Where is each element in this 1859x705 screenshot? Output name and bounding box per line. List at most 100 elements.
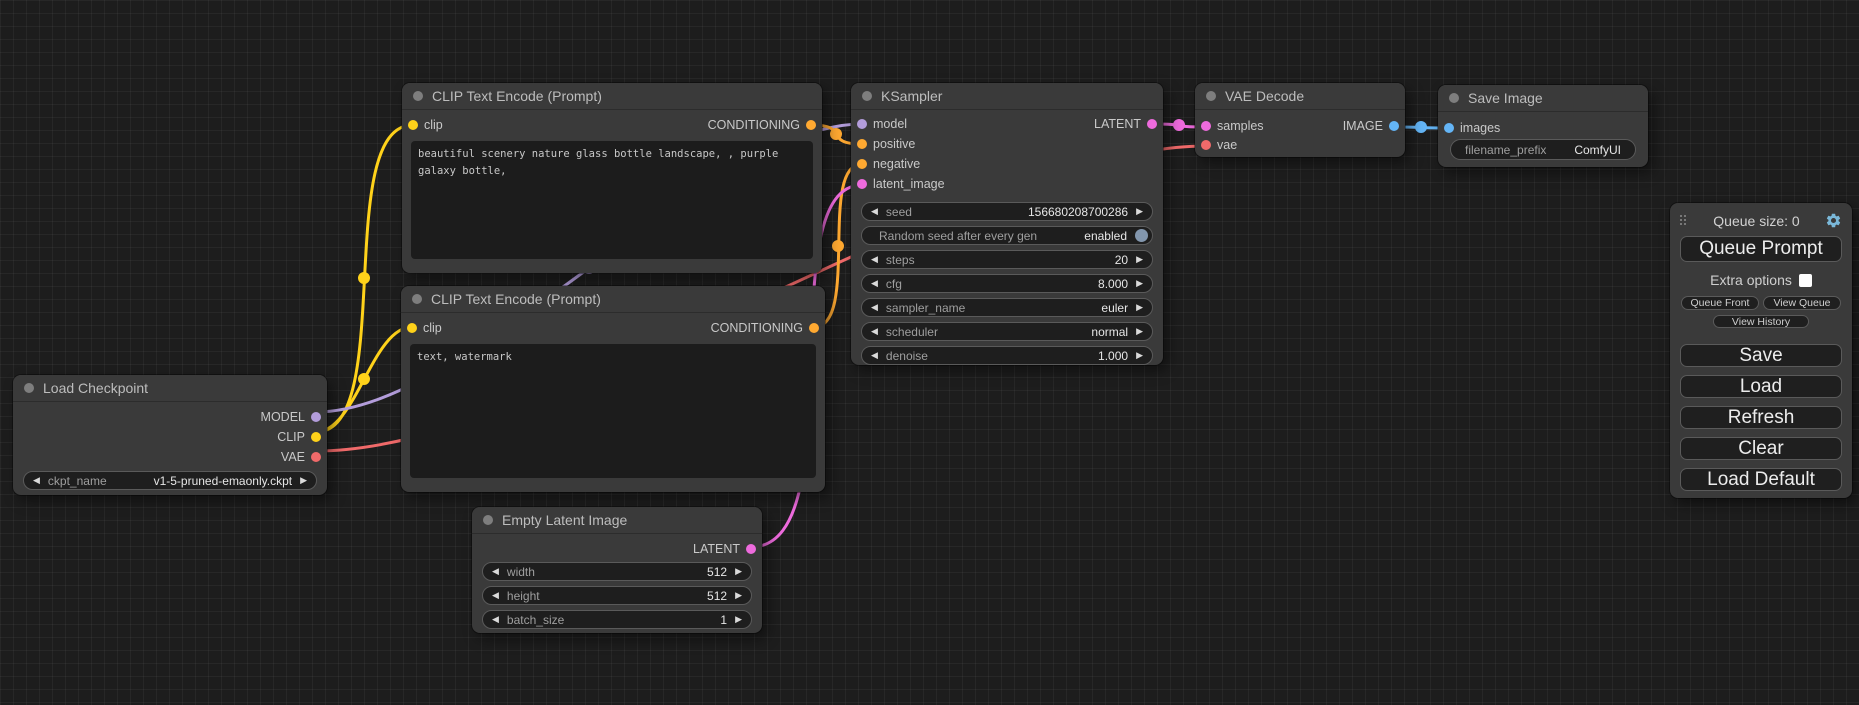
extra-options-checkbox[interactable]: [1799, 274, 1812, 287]
collapse-dot-icon[interactable]: [412, 294, 422, 304]
increment-arrow-icon[interactable]: [735, 615, 742, 624]
collapse-dot-icon[interactable]: [862, 91, 872, 101]
decrement-arrow-icon[interactable]: [492, 615, 499, 624]
widget-value: v1-5-pruned-emaonly.ckpt: [154, 474, 293, 488]
clip-input-slot[interactable]: [407, 323, 417, 333]
sampler-name-widget[interactable]: sampler_name euler: [861, 298, 1153, 317]
node-titlebar[interactable]: CLIP Text Encode (Prompt): [401, 286, 825, 313]
widget-value: normal: [1091, 325, 1128, 339]
queue-prompt-button[interactable]: Queue Prompt: [1680, 236, 1842, 262]
positive-input-slot[interactable]: [857, 139, 867, 149]
increment-arrow-icon[interactable]: [735, 567, 742, 576]
increment-arrow-icon[interactable]: [1136, 255, 1143, 264]
increment-arrow-icon[interactable]: [1136, 327, 1143, 336]
decrement-arrow-icon[interactable]: [33, 476, 40, 485]
denoise-widget[interactable]: denoise 1.000: [861, 346, 1153, 365]
widget-value: 1: [720, 613, 727, 627]
samples-input-slot[interactable]: [1201, 121, 1211, 131]
load-button[interactable]: Load: [1680, 375, 1842, 398]
increment-arrow-icon[interactable]: [1136, 303, 1143, 312]
images-input-slot[interactable]: [1444, 123, 1454, 133]
queue-front-button[interactable]: Queue Front: [1681, 296, 1759, 310]
latent-image-input-slot[interactable]: [857, 179, 867, 189]
collapse-dot-icon[interactable]: [1449, 93, 1459, 103]
node-title: VAE Decode: [1225, 88, 1304, 104]
increment-arrow-icon[interactable]: [1136, 207, 1143, 216]
node-titlebar[interactable]: Empty Latent Image: [472, 507, 762, 534]
negative-input-slot[interactable]: [857, 159, 867, 169]
node-titlebar[interactable]: VAE Decode: [1195, 83, 1405, 110]
node-titlebar[interactable]: Load Checkpoint: [13, 375, 327, 402]
latent-output-slot[interactable]: [746, 544, 756, 554]
output-label-clip: CLIP: [277, 430, 305, 444]
refresh-button[interactable]: Refresh: [1680, 406, 1842, 429]
vae-input-slot[interactable]: [1201, 140, 1211, 150]
batch-size-widget[interactable]: batch_size 1: [482, 610, 752, 629]
node-title: CLIP Text Encode (Prompt): [432, 88, 602, 104]
model-output-slot[interactable]: [311, 412, 321, 422]
widget-value: 1.000: [1098, 349, 1128, 363]
view-queue-button[interactable]: View Queue: [1763, 296, 1841, 310]
collapse-dot-icon[interactable]: [24, 383, 34, 393]
height-widget[interactable]: height 512: [482, 586, 752, 605]
node-clip-text-encode-positive[interactable]: CLIP Text Encode (Prompt) clip CONDITION…: [402, 83, 822, 273]
ckpt-name-widget[interactable]: ckpt_name v1-5-pruned-emaonly.ckpt: [23, 471, 317, 490]
decrement-arrow-icon[interactable]: [871, 207, 878, 216]
node-titlebar[interactable]: Save Image: [1438, 85, 1648, 112]
input-label-negative: negative: [873, 157, 920, 171]
cfg-widget[interactable]: cfg 8.000: [861, 274, 1153, 293]
collapse-dot-icon[interactable]: [413, 91, 423, 101]
decrement-arrow-icon[interactable]: [871, 303, 878, 312]
node-titlebar[interactable]: KSampler: [851, 83, 1163, 110]
collapse-dot-icon[interactable]: [1206, 91, 1216, 101]
node-title: KSampler: [881, 88, 942, 104]
latent-output-slot[interactable]: [1147, 119, 1157, 129]
vae-output-slot[interactable]: [311, 452, 321, 462]
output-label-latent: LATENT: [1094, 117, 1141, 131]
settings-gear-icon[interactable]: [1825, 212, 1842, 229]
width-widget[interactable]: width 512: [482, 562, 752, 581]
node-load-checkpoint[interactable]: Load Checkpoint MODEL CLIP VAE ckpt_name…: [13, 375, 327, 495]
load-default-button[interactable]: Load Default: [1680, 468, 1842, 491]
save-button[interactable]: Save: [1680, 344, 1842, 367]
node-vae-decode[interactable]: VAE Decode samples IMAGE vae: [1195, 83, 1405, 157]
clear-button[interactable]: Clear: [1680, 437, 1842, 460]
increment-arrow-icon[interactable]: [300, 476, 307, 485]
node-empty-latent-image[interactable]: Empty Latent Image LATENT width 512 heig…: [472, 507, 762, 633]
increment-arrow-icon[interactable]: [1136, 351, 1143, 360]
drag-handle-icon[interactable]: [1680, 215, 1688, 227]
node-graph-canvas[interactable]: Load Checkpoint MODEL CLIP VAE ckpt_name…: [0, 0, 1859, 705]
random-seed-toggle-widget[interactable]: Random seed after every gen enabled: [861, 226, 1153, 245]
queue-size-label: Queue size: 0: [1688, 213, 1825, 229]
negative-prompt-textarea[interactable]: text, watermark: [410, 344, 816, 478]
clip-input-slot[interactable]: [408, 120, 418, 130]
widget-label: height: [507, 589, 540, 603]
filename-prefix-widget[interactable]: filename_prefix ComfyUI: [1450, 139, 1636, 160]
decrement-arrow-icon[interactable]: [492, 567, 499, 576]
conditioning-output-slot[interactable]: [806, 120, 816, 130]
image-output-slot[interactable]: [1389, 121, 1399, 131]
queue-panel: Queue size: 0 Queue Prompt Extra options…: [1670, 203, 1852, 498]
seed-widget[interactable]: seed 156680208700286: [861, 202, 1153, 221]
node-save-image[interactable]: Save Image images filename_prefix ComfyU…: [1438, 85, 1648, 167]
increment-arrow-icon[interactable]: [1136, 279, 1143, 288]
node-titlebar[interactable]: CLIP Text Encode (Prompt): [402, 83, 822, 110]
decrement-arrow-icon[interactable]: [871, 255, 878, 264]
widget-label: scheduler: [886, 325, 938, 339]
collapse-dot-icon[interactable]: [483, 515, 493, 525]
conditioning-output-slot[interactable]: [809, 323, 819, 333]
scheduler-widget[interactable]: scheduler normal: [861, 322, 1153, 341]
steps-widget[interactable]: steps 20: [861, 250, 1153, 269]
decrement-arrow-icon[interactable]: [871, 279, 878, 288]
increment-arrow-icon[interactable]: [735, 591, 742, 600]
decrement-arrow-icon[interactable]: [871, 327, 878, 336]
view-history-button[interactable]: View History: [1713, 315, 1809, 328]
clip-output-slot[interactable]: [311, 432, 321, 442]
toggle-dot-icon[interactable]: [1135, 229, 1148, 242]
node-clip-text-encode-negative[interactable]: CLIP Text Encode (Prompt) clip CONDITION…: [401, 286, 825, 492]
decrement-arrow-icon[interactable]: [492, 591, 499, 600]
node-ksampler[interactable]: KSampler model LATENT positive negative …: [851, 83, 1163, 365]
decrement-arrow-icon[interactable]: [871, 351, 878, 360]
positive-prompt-textarea[interactable]: beautiful scenery nature glass bottle la…: [411, 141, 813, 259]
model-input-slot[interactable]: [857, 119, 867, 129]
